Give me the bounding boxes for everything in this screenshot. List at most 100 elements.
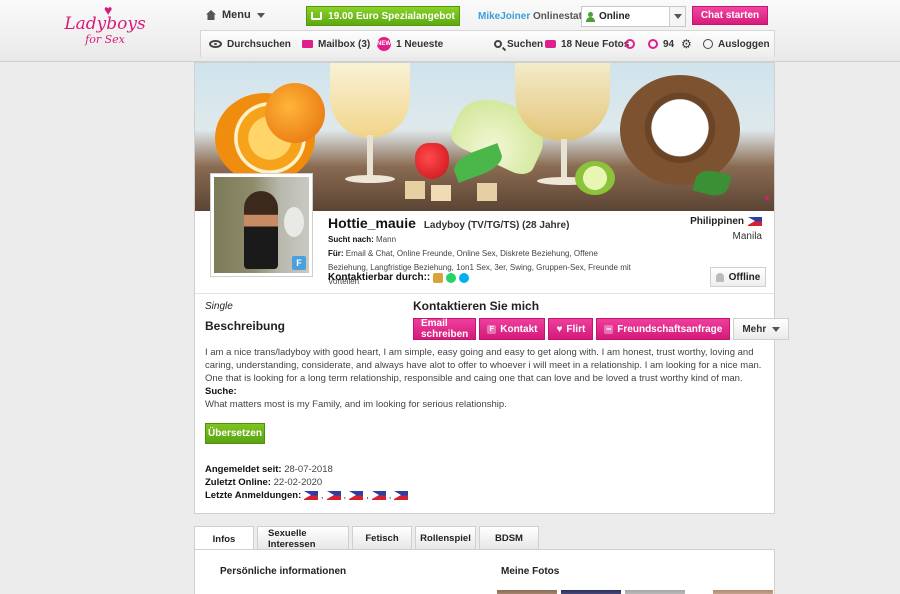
tab-sexual-interests[interactable]: Sexuelle Interessen (257, 526, 349, 550)
profile-city: Manila (732, 231, 762, 242)
photo-thumbnail[interactable] (561, 590, 621, 594)
registered-line: Angemeldet seit: 28-07-2018 (205, 463, 408, 476)
photo-thumbnail[interactable] (497, 590, 557, 594)
profile-tabs: Infos Sexuelle Interessen Fetisch Rollen… (194, 526, 539, 551)
flirt-button[interactable]: ♥ Flirt (548, 318, 594, 340)
nav-search[interactable]: Suchen (494, 31, 543, 57)
notification-count: 94 (663, 38, 675, 50)
contact-buttons: Email schreiben F Kontakt ♥ Flirt ∞ Freu… (413, 318, 790, 340)
search-label: Suche: (205, 386, 237, 397)
flirt-button-label: Flirt (566, 323, 586, 335)
last-online-line: Zuletzt Online: 22-02-2020 (205, 476, 408, 489)
more-dropdown[interactable]: Mehr (733, 318, 790, 340)
online-status-badge[interactable]: Offline (710, 267, 766, 287)
photo-thumbnail[interactable] (625, 590, 685, 594)
promo-button[interactable]: 19.00 Euro Spezialangebot (306, 6, 460, 26)
avatar-person (244, 191, 278, 269)
personal-info-title: Persönliche informationen (220, 566, 347, 577)
nav-logout[interactable]: Ausloggen (703, 31, 770, 57)
registered-label: Angemeldet seit: (205, 464, 282, 475)
nav-new-photos[interactable]: 18 Neue Fotos (545, 31, 629, 57)
profile-avatar[interactable]: F (210, 173, 313, 277)
house-icon (433, 272, 444, 283)
cover-sugar-cube (405, 181, 425, 199)
nav-logout-label: Ausloggen (718, 38, 770, 50)
header-row-top: Menu 19.00 Euro Spezialangebot MikeJoine… (200, 5, 775, 29)
nav-browse-label: Durchsuchen (227, 38, 291, 50)
cover-strawberry (415, 143, 449, 179)
nav-mailbox[interactable]: Mailbox (3) (302, 31, 370, 57)
nav-newest[interactable]: NEW 1 Neueste (377, 31, 443, 57)
home-icon (206, 10, 216, 20)
username-link[interactable]: MikeJoiner (478, 11, 530, 22)
tab-fetish[interactable]: Fetisch (352, 526, 412, 550)
power-icon (703, 39, 713, 49)
cover-logo-icon: ♥ (764, 193, 770, 203)
email-button-label: Email schreiben (421, 318, 469, 340)
philippines-flag-icon (326, 491, 341, 500)
friends-icon (625, 39, 635, 49)
eye-icon (209, 40, 222, 48)
seeks-value: Mann (376, 235, 397, 244)
seeks-label: Sucht nach: (328, 235, 374, 244)
my-photos-title: Meine Fotos (501, 566, 560, 577)
relationship-status: Single (205, 301, 233, 312)
nav-settings[interactable]: ⚙ (681, 31, 692, 57)
cover-lime (575, 161, 615, 195)
avatar-bg-shape (284, 207, 304, 237)
philippines-flag-icon (394, 491, 409, 500)
more-label: Mehr (742, 323, 767, 335)
nav-browse[interactable]: Durchsuchen (209, 31, 291, 57)
mail-icon (302, 40, 313, 48)
chevron-down-icon (772, 326, 781, 332)
cover-glass-left-stem (367, 135, 373, 180)
gear-icon: ⚙ (681, 37, 692, 51)
main-nav: Durchsuchen Mailbox (3) NEW 1 Neueste Su… (200, 30, 775, 57)
new-badge-icon: NEW (377, 37, 391, 51)
photo-thumbnail[interactable] (713, 590, 773, 594)
menu-button[interactable]: Menu (206, 9, 265, 21)
start-chat-button[interactable]: Chat starten (692, 6, 768, 25)
menu-label: Menu (222, 9, 251, 21)
description-text: I am a nice trans/ladyboy with good hear… (205, 347, 762, 384)
profile-card: ♥ F Hottie_mauie Ladyboy (TV/TG/TS) (28 … (194, 62, 790, 514)
profile-name: Hottie_mauie Ladyboy (TV/TG/TS) (28 Jahr… (328, 215, 569, 231)
email-button[interactable]: Email schreiben (413, 318, 477, 340)
status-badge-label: Offline (728, 271, 761, 283)
contactable-line: Kontaktierbar durch:: (328, 272, 470, 283)
nav-mailbox-label: Mailbox (3) (318, 38, 371, 50)
status-select-value: Online (599, 11, 631, 22)
logo-text: Ladyboys for Sex (64, 16, 146, 48)
status-select[interactable]: Online (581, 6, 686, 27)
nav-search-label: Suchen (507, 38, 544, 50)
tab-roleplay[interactable]: Rollenspiel (415, 526, 476, 550)
avatar-photo: F (214, 177, 309, 273)
site-logo[interactable]: ♥ Ladyboys for Sex (64, 2, 146, 58)
skype-icon (459, 272, 470, 283)
profile-meta: Ladyboy (TV/TG/TS) (28 Jahre) (423, 220, 570, 231)
kontakt-icon: F (487, 324, 497, 334)
kontakt-button[interactable]: F Kontakt (479, 318, 546, 340)
cover-glass-left-base (345, 175, 395, 183)
contactable-label: Kontaktierbar durch:: (328, 272, 431, 283)
user-online-icon (586, 11, 595, 22)
last-online-label: Zuletzt Online: (205, 477, 271, 488)
tab-infos[interactable]: Infos (194, 526, 254, 551)
nav-notifications[interactable]: 94 (648, 31, 674, 57)
chevron-down-icon (256, 12, 265, 18)
friend-request-button[interactable]: ∞ Freundschaftsanfrage (596, 318, 731, 340)
translate-button[interactable]: Übersetzen (205, 423, 265, 444)
nav-photos-label: 18 Neue Fotos (561, 38, 630, 50)
tab-bdsm[interactable]: BDSM (479, 526, 539, 550)
facebook-icon: F (292, 256, 306, 270)
cart-icon (311, 12, 323, 20)
logo-line1: Ladyboys (64, 14, 146, 34)
last-logins-label: Letzte Anmeldungen: (205, 490, 302, 502)
online-status-label: MikeJoiner Onlinestatus (478, 11, 594, 22)
philippines-flag-icon (371, 491, 386, 500)
section-divider (195, 293, 774, 294)
nav-friends-icon-button[interactable] (625, 31, 635, 57)
profile-username: Hottie_mauie (328, 215, 416, 231)
cover-sugar-cube (477, 183, 497, 201)
country-label: Philippinen (690, 216, 744, 227)
